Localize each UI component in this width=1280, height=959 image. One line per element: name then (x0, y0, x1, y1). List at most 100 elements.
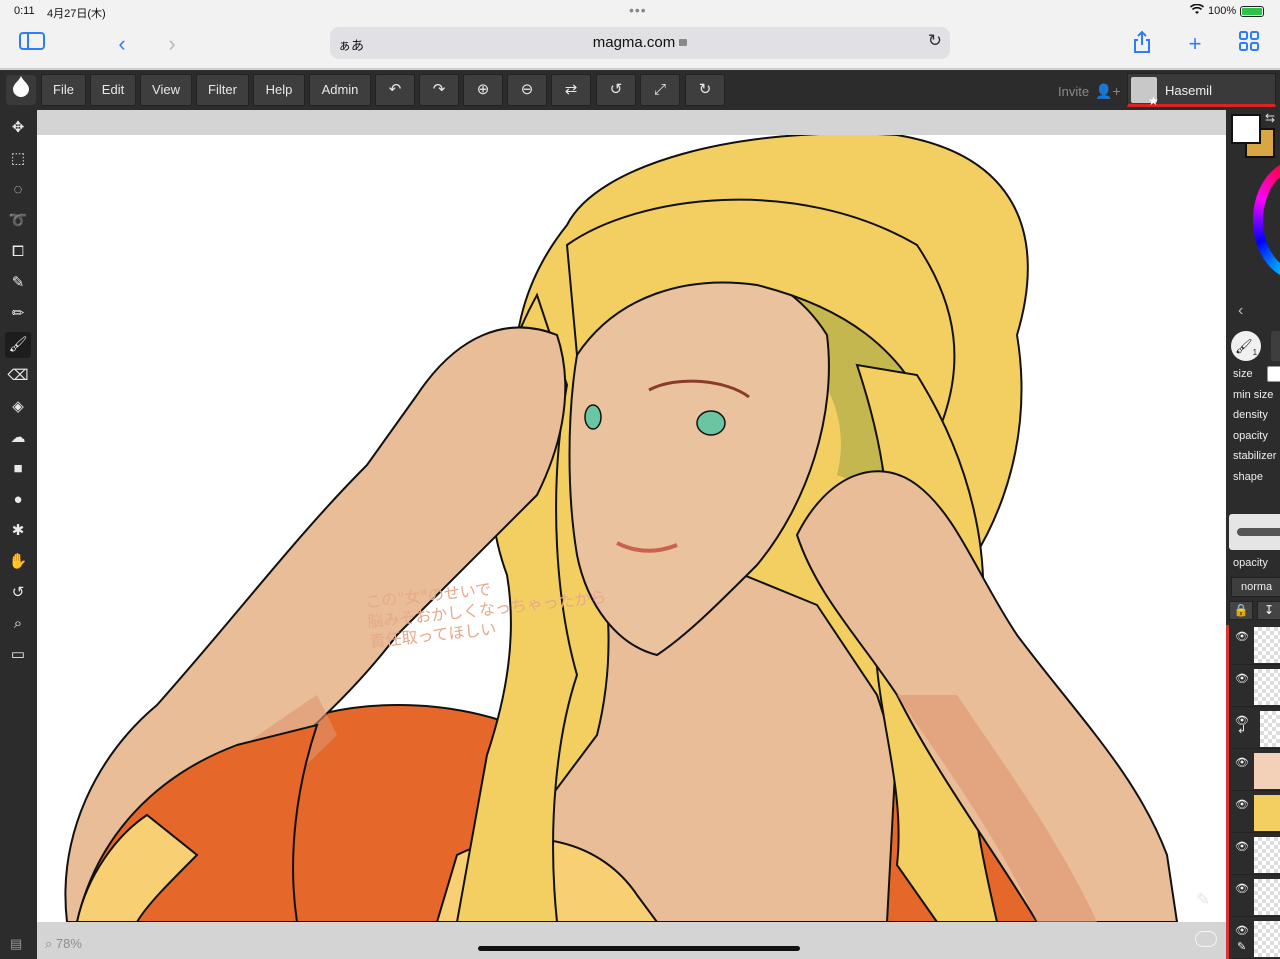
tabs-overview-icon[interactable] (1235, 30, 1263, 58)
lasso-tool-icon[interactable]: ➰ (5, 208, 31, 234)
rectangle-tool-icon[interactable]: ■ (5, 456, 31, 482)
invite-button[interactable]: Invite 👤+ (1058, 83, 1121, 100)
size-lock-icon[interactable] (1267, 366, 1280, 382)
eye-icon[interactable]: 👁 (1235, 924, 1249, 937)
zoom-out-icon[interactable]: ⊖ (507, 74, 547, 106)
layer-thumbnail (1254, 627, 1280, 663)
layer-item[interactable]: 👁 (1232, 667, 1280, 707)
right-panel: ⇆ ‹ 🖌1 size min size density opacity sta… (1226, 110, 1280, 959)
layer-item[interactable]: 👁 ↲ (1232, 709, 1280, 749)
reload-icon[interactable]: ↻ (928, 31, 942, 51)
back-icon[interactable]: ‹ (108, 30, 136, 58)
label-min-size: min size (1233, 389, 1274, 401)
menu-help[interactable]: Help (253, 74, 305, 106)
brush-tool-icon[interactable]: 🖌 (5, 332, 31, 358)
status-date: 4月27日(木) (47, 8, 106, 20)
rotate-view-tool-icon[interactable]: ↺ (5, 580, 31, 606)
rotate-right-icon[interactable]: ↻ (685, 74, 725, 106)
user-card[interactable]: ★ Hasemil (1127, 73, 1276, 108)
ios-status-bar: 0:11 4月27日(木) ••• 100% (0, 0, 1280, 24)
brush-preset-button[interactable]: 🖌1 (1231, 331, 1261, 361)
sidebar-icon[interactable] (18, 30, 46, 58)
magma-logo-icon[interactable] (6, 75, 36, 105)
gradient-tool-icon[interactable]: ☁ (5, 425, 31, 451)
layer-item[interactable]: 👁 (1232, 877, 1280, 917)
home-indicator (478, 946, 800, 951)
zoom-tool-icon[interactable]: ⌕ (5, 611, 31, 637)
zoom-indicator[interactable]: ⌕ 78% (45, 936, 82, 952)
primary-color-swatch[interactable] (1231, 114, 1261, 144)
pencil-tool-icon[interactable]: ✏ (5, 301, 31, 327)
color-wheel[interactable] (1253, 160, 1280, 280)
layer-item[interactable]: 👁 (1232, 625, 1280, 665)
eraser-tool-icon[interactable]: ⌫ (5, 363, 31, 389)
brush-stroke-preview[interactable] (1229, 514, 1280, 550)
lock-icon (679, 39, 688, 46)
zoom-level: 78% (55, 936, 82, 951)
undo-icon[interactable]: ↶ (375, 74, 415, 106)
url-text: magma.com (592, 34, 676, 51)
tool-strip: ✥ ⬚ ◌ ➰ ⧠ ✎ ✏ 🖌 ⌫ ◈ ☁ ■ ● ✱ ✋ ↺ ⌕ ▭ (0, 110, 37, 959)
star-icon: ★ (1148, 94, 1159, 108)
paint-bucket-tool-icon[interactable]: ◈ (5, 394, 31, 420)
app-toolbar: File Edit View Filter Help Admin ↶ ↷ ⊕ ⊖… (0, 70, 1280, 110)
brush-secondary-button[interactable] (1271, 331, 1280, 361)
chat-icon[interactable] (1195, 931, 1217, 947)
label-shape: shape (1233, 471, 1263, 483)
address-bar[interactable]: ぁあ magma.com ↻ (330, 27, 950, 59)
menu-edit[interactable]: Edit (90, 74, 136, 106)
label-stabilizer: stabilizer (1233, 450, 1277, 462)
menu-file[interactable]: File (41, 74, 86, 106)
layer-item[interactable]: 👁 (1232, 835, 1280, 875)
pen-pressure-icon[interactable]: ✎ (1196, 890, 1210, 910)
add-person-icon: 👤+ (1095, 83, 1121, 99)
layer-item[interactable]: 👁 (1232, 751, 1280, 791)
multitask-dots-icon[interactable]: ••• (629, 2, 647, 18)
shape-tool-icon[interactable]: ✱ (5, 518, 31, 544)
comment-tool-icon[interactable]: ▭ (5, 642, 31, 668)
layer-item[interactable]: 👁 (1232, 793, 1280, 833)
hand-tool-icon[interactable]: ✋ (5, 549, 31, 575)
safari-toolbar: ‹ › ぁあ magma.com ↻ + (0, 24, 1280, 69)
share-icon[interactable] (1128, 30, 1156, 58)
clip-icon: ↲ (1237, 724, 1247, 736)
lock-icon[interactable]: 🔒 (1229, 601, 1253, 620)
filmstrip-icon[interactable]: ▤ (10, 936, 22, 952)
eye-icon[interactable]: 👁 (1235, 630, 1249, 643)
pencil-icon: ✎ (1237, 941, 1247, 953)
swap-colors-icon[interactable]: ⇆ (1265, 111, 1275, 125)
eye-icon[interactable]: 👁 (1235, 672, 1249, 685)
rotate-left-icon[interactable]: ↺ (596, 74, 636, 106)
zoom-in-icon[interactable]: ⊕ (463, 74, 503, 106)
eye-icon[interactable]: 👁 (1235, 756, 1249, 769)
label-opacity: opacity (1233, 430, 1268, 442)
eye-icon[interactable]: 👁 (1235, 798, 1249, 811)
eye-icon[interactable]: 👁 (1235, 840, 1249, 853)
transform-tool-icon[interactable]: ⧠ (5, 239, 31, 265)
layer-thumbnail (1254, 669, 1280, 705)
battery-percent: 100% (1208, 5, 1237, 17)
ellipse-tool-icon[interactable]: ● (5, 487, 31, 513)
eyedropper-tool-icon[interactable]: ✎ (5, 270, 31, 296)
label-layer-opacity: opacity (1233, 557, 1268, 569)
move-tool-icon[interactable]: ✥ (5, 115, 31, 141)
forward-icon[interactable]: › (158, 30, 186, 58)
redo-icon[interactable]: ↷ (419, 74, 459, 106)
layer-thumbnail (1260, 711, 1280, 747)
menu-admin[interactable]: Admin (309, 74, 371, 106)
collapse-chevron-icon[interactable]: ‹ (1238, 302, 1243, 320)
flip-horizontal-icon[interactable]: ⇄ (551, 74, 591, 106)
ellipse-select-tool-icon[interactable]: ◌ (5, 177, 31, 203)
fullscreen-icon[interactable]: ⤢ (640, 74, 680, 106)
wifi-icon (1189, 3, 1205, 18)
menu-view[interactable]: View (140, 74, 192, 106)
merge-down-icon[interactable]: ↧ (1257, 601, 1280, 620)
menu-filter[interactable]: Filter (196, 74, 249, 106)
new-tab-icon[interactable]: + (1181, 30, 1209, 58)
layer-item[interactable]: 👁 ✎ (1232, 919, 1280, 959)
drawing-canvas[interactable]: この"女"のせいで 脳みそおかしくなっちゃったから 責任取ってほしい (37, 110, 1226, 922)
rect-select-tool-icon[interactable]: ⬚ (5, 146, 31, 172)
eye-icon[interactable]: 👁 (1235, 882, 1249, 895)
layer-thumbnail (1254, 795, 1280, 831)
blend-mode-select[interactable]: norma (1231, 577, 1280, 597)
